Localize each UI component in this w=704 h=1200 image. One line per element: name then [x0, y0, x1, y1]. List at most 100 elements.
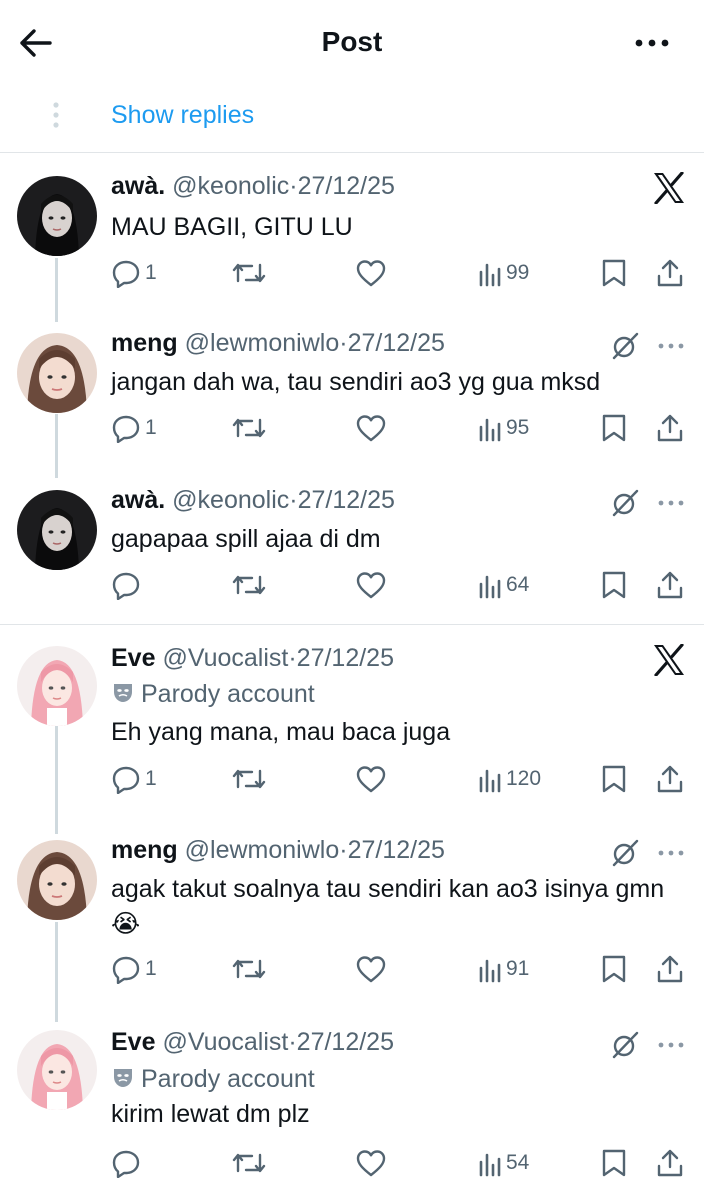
bookmark-button[interactable] — [601, 411, 627, 445]
repost-button[interactable] — [232, 1146, 266, 1180]
heart-icon — [356, 956, 386, 983]
share-icon — [657, 571, 683, 599]
reply-button[interactable] — [111, 568, 145, 602]
timestamp[interactable]: 27/12/25 — [348, 329, 445, 357]
tweet-actions: 1 120 — [0, 762, 704, 796]
more-icon[interactable] — [656, 496, 686, 514]
share-button[interactable] — [655, 568, 685, 602]
tweet[interactable]: awà. @keonolic·27/12/25 gapapaa spill aj… — [0, 486, 704, 606]
views-icon — [479, 263, 501, 287]
share-button[interactable] — [655, 952, 685, 986]
views-button[interactable]: 120 — [478, 762, 541, 796]
tweet[interactable]: Eve @Vuocalist·27/12/25 Parody account E… — [0, 643, 704, 804]
reply-button[interactable]: 1 — [111, 411, 157, 445]
reply-icon — [112, 956, 140, 984]
like-button[interactable] — [355, 256, 387, 290]
reply-button[interactable]: 1 — [111, 762, 157, 796]
more-icon[interactable] — [656, 339, 686, 357]
tweet-header: Eve @Vuocalist·27/12/25 — [111, 644, 394, 673]
display-name[interactable]: Eve — [111, 1028, 155, 1056]
views-button[interactable]: 64 — [478, 568, 529, 602]
bookmark-button[interactable] — [601, 256, 627, 290]
bookmark-button[interactable] — [601, 1146, 627, 1180]
avatar[interactable] — [17, 1030, 97, 1110]
display-name[interactable]: meng — [111, 836, 178, 864]
tweet[interactable]: meng @lewmoniwlo·27/12/25 jangan dah wa,… — [0, 329, 704, 449]
parody-label: Parody account — [111, 1065, 315, 1094]
timestamp[interactable]: 27/12/25 — [298, 486, 395, 514]
repost-button[interactable] — [232, 256, 266, 290]
show-replies-link[interactable]: Show replies — [111, 101, 254, 130]
share-icon — [657, 1149, 683, 1177]
like-button[interactable] — [355, 762, 387, 796]
heart-icon — [356, 572, 386, 599]
handle[interactable]: @lewmoniwlo — [185, 836, 340, 864]
tweet[interactable]: meng @lewmoniwlo·27/12/25 agak takut soa… — [0, 836, 704, 996]
avatar[interactable] — [17, 176, 97, 256]
handle[interactable]: @Vuocalist — [162, 644, 288, 672]
avatar[interactable] — [17, 646, 97, 726]
handle[interactable]: @keonolic — [172, 172, 289, 200]
bookmark-button[interactable] — [601, 762, 627, 796]
handle[interactable]: @keonolic — [172, 486, 289, 514]
repost-button[interactable] — [232, 568, 266, 602]
display-name[interactable]: awà. — [111, 486, 165, 514]
mask-icon — [114, 1069, 132, 1087]
bookmark-icon — [602, 765, 626, 793]
more-icon[interactable] — [656, 1038, 686, 1056]
share-button[interactable] — [655, 1146, 685, 1180]
avatar[interactable] — [17, 333, 97, 413]
timestamp[interactable]: 27/12/25 — [297, 1028, 394, 1056]
display-name[interactable]: Eve — [111, 644, 155, 672]
like-button[interactable] — [355, 568, 387, 602]
views-button[interactable]: 95 — [478, 411, 529, 445]
grok-icon[interactable] — [610, 1030, 640, 1065]
timestamp[interactable]: 27/12/25 — [297, 644, 394, 672]
share-button[interactable] — [655, 411, 685, 445]
views-button[interactable]: 91 — [478, 952, 529, 986]
bookmark-button[interactable] — [601, 952, 627, 986]
views-icon — [479, 1153, 501, 1177]
tweet-header: awà. @keonolic·27/12/25 — [111, 486, 395, 515]
repost-icon — [232, 575, 266, 595]
grok-icon[interactable] — [610, 838, 640, 873]
handle[interactable]: @lewmoniwlo — [185, 329, 340, 357]
heart-icon — [356, 766, 386, 793]
display-name[interactable]: meng — [111, 329, 178, 357]
views-icon — [479, 769, 501, 793]
repost-button[interactable] — [232, 952, 266, 986]
avatar[interactable] — [17, 840, 97, 920]
grok-icon[interactable] — [610, 331, 640, 366]
reply-icon — [112, 572, 140, 600]
tweet-header: meng @lewmoniwlo·27/12/25 — [111, 836, 445, 865]
grok-icon[interactable] — [610, 488, 640, 523]
like-button[interactable] — [355, 952, 387, 986]
more-icon[interactable] — [656, 846, 686, 864]
tweet[interactable]: awà. @keonolic·27/12/25 MAU BAGII, GITU … — [0, 171, 704, 292]
repost-button[interactable] — [232, 411, 266, 445]
bookmark-icon — [602, 1149, 626, 1177]
display-name[interactable]: awà. — [111, 172, 165, 200]
reply-button[interactable] — [111, 1146, 145, 1180]
tweet-actions: 64 — [0, 568, 704, 602]
avatar[interactable] — [17, 490, 97, 570]
repost-button[interactable] — [232, 762, 266, 796]
views-button[interactable]: 54 — [478, 1146, 529, 1180]
like-button[interactable] — [355, 411, 387, 445]
share-button[interactable] — [655, 762, 685, 796]
share-button[interactable] — [655, 256, 685, 290]
x-logo-icon — [652, 171, 686, 209]
reply-button[interactable]: 1 — [111, 952, 157, 986]
handle[interactable]: @Vuocalist — [162, 1028, 288, 1056]
timestamp[interactable]: 27/12/25 — [298, 172, 395, 200]
timestamp[interactable]: 27/12/25 — [348, 836, 445, 864]
reply-button[interactable]: 1 — [111, 256, 157, 290]
tweet-actions: 1 99 — [0, 256, 704, 290]
more-options-icon[interactable] — [632, 26, 676, 60]
views-button[interactable]: 99 — [478, 256, 529, 290]
tweet[interactable]: Eve @Vuocalist·27/12/25 Parody account k… — [0, 1028, 704, 1188]
divider — [0, 152, 704, 153]
parody-text: Parody account — [141, 680, 315, 708]
bookmark-button[interactable] — [601, 568, 627, 602]
like-button[interactable] — [355, 1146, 387, 1180]
